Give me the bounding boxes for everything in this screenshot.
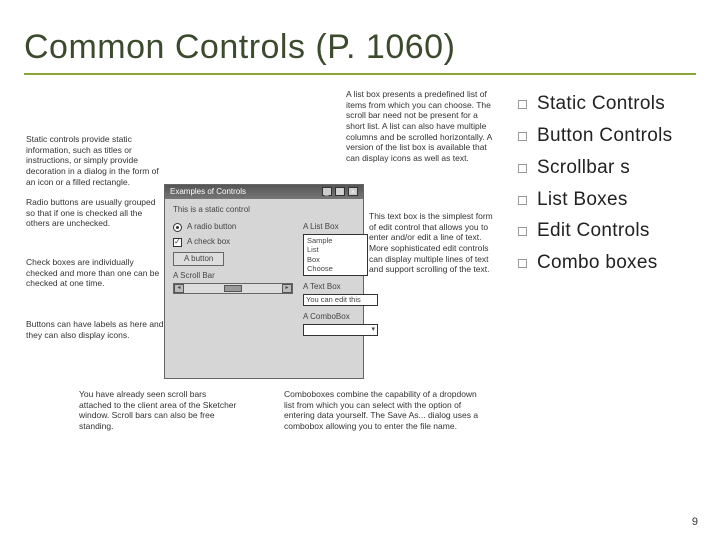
- annotation-listbox: A list box presents a predefined list of…: [346, 89, 496, 163]
- example-textbox[interactable]: You can edit this: [303, 294, 378, 306]
- close-icon[interactable]: ×: [348, 187, 358, 196]
- window-controls: _ □ ×: [321, 187, 358, 197]
- annotation-scrollbar: You have already seen scroll bars attach…: [79, 389, 239, 432]
- annotation-radio: Radio buttons are usually grouped so tha…: [26, 197, 156, 229]
- annotation-button: Buttons can have labels as here and they…: [26, 319, 164, 340]
- radio-label: A radio button: [187, 222, 236, 232]
- example-combobox[interactable]: ▾: [303, 324, 378, 336]
- example-button[interactable]: A button: [173, 252, 224, 266]
- checkbox-label: A check box: [187, 237, 230, 247]
- maximize-icon[interactable]: □: [335, 187, 345, 196]
- dialog-title-text: Examples of Controls: [170, 187, 246, 197]
- bullet-icon: [518, 164, 527, 173]
- scroll-thumb[interactable]: [224, 285, 242, 292]
- bullet-icon: [518, 100, 527, 109]
- checkbox-icon[interactable]: [173, 238, 182, 247]
- bullet-icon: [518, 227, 527, 236]
- bullet-item: Combo boxes: [537, 252, 658, 274]
- example-scrollbar[interactable]: ◂ ▸: [173, 283, 293, 294]
- listbox-header: A List Box: [303, 222, 378, 232]
- radio-icon[interactable]: [173, 223, 182, 232]
- static-control-text: This is a static control: [173, 205, 355, 215]
- scroll-right-icon[interactable]: ▸: [282, 284, 292, 293]
- scrollbar-label: A Scroll Bar: [173, 271, 293, 281]
- minimize-icon[interactable]: _: [322, 187, 332, 196]
- page-title: Common Controls (P. 1060): [24, 28, 696, 75]
- bullet-item: List Boxes: [537, 189, 628, 211]
- annotation-static: Static controls provide static informati…: [26, 134, 161, 187]
- annotation-edit: This text box is the simplest form of ed…: [369, 211, 499, 275]
- bullet-item: Scrollbar s: [537, 157, 630, 179]
- scroll-left-icon[interactable]: ◂: [174, 284, 184, 293]
- example-listbox[interactable]: Sample List Box Choose: [303, 234, 368, 276]
- list-item[interactable]: Sample: [307, 236, 364, 245]
- annotation-combobox: Comboboxes combine the capability of a d…: [284, 389, 489, 432]
- bullet-icon: [518, 132, 527, 141]
- bullet-icon: [518, 196, 527, 205]
- page-number: 9: [692, 516, 698, 528]
- list-item[interactable]: List: [307, 245, 364, 254]
- chevron-down-icon[interactable]: ▾: [371, 326, 375, 335]
- textbox-header: A Text Box: [303, 282, 378, 292]
- dialog-titlebar: Examples of Controls _ □ ×: [165, 185, 363, 199]
- example-dialog: Examples of Controls _ □ × This is a sta…: [164, 184, 364, 379]
- combobox-header: A ComboBox: [303, 312, 378, 322]
- diagram-figure: A list box presents a predefined list of…: [24, 89, 504, 509]
- list-item[interactable]: Box: [307, 255, 364, 264]
- bullet-item: Static Controls: [537, 93, 665, 115]
- bullet-item: Button Controls: [537, 125, 672, 147]
- annotation-checkbox: Check boxes are individually checked and…: [26, 257, 164, 289]
- bullet-item: Edit Controls: [537, 220, 650, 242]
- bullet-icon: [518, 259, 527, 268]
- bullet-list: Static Controls Button Controls Scrollba…: [518, 89, 696, 509]
- list-item[interactable]: Choose: [307, 264, 364, 273]
